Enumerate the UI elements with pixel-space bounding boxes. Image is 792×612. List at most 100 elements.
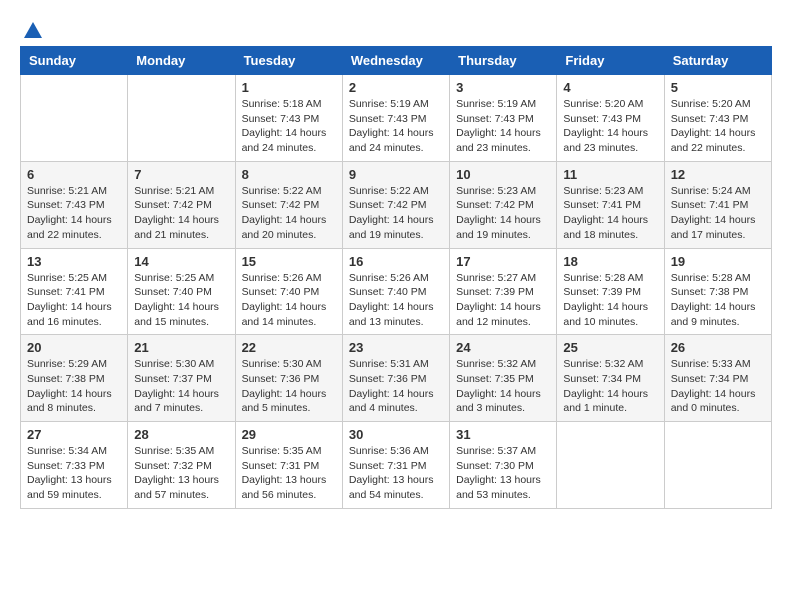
- day-info: Sunrise: 5:27 AMSunset: 7:39 PMDaylight:…: [456, 271, 550, 330]
- day-number: 13: [27, 254, 121, 269]
- day-info: Sunrise: 5:18 AMSunset: 7:43 PMDaylight:…: [242, 97, 336, 156]
- logo-icon: [22, 20, 44, 42]
- calendar-week-row: 13 Sunrise: 5:25 AMSunset: 7:41 PMDaylig…: [21, 248, 772, 335]
- calendar-cell: [21, 75, 128, 162]
- day-number: 14: [134, 254, 228, 269]
- day-header-wednesday: Wednesday: [342, 47, 449, 75]
- calendar-cell: [128, 75, 235, 162]
- day-info: Sunrise: 5:35 AMSunset: 7:32 PMDaylight:…: [134, 444, 228, 503]
- day-info: Sunrise: 5:22 AMSunset: 7:42 PMDaylight:…: [242, 184, 336, 243]
- day-info: Sunrise: 5:36 AMSunset: 7:31 PMDaylight:…: [349, 444, 443, 503]
- calendar-cell: 23 Sunrise: 5:31 AMSunset: 7:36 PMDaylig…: [342, 335, 449, 422]
- day-info: Sunrise: 5:30 AMSunset: 7:36 PMDaylight:…: [242, 357, 336, 416]
- calendar-cell: [664, 422, 771, 509]
- day-number: 9: [349, 167, 443, 182]
- day-number: 19: [671, 254, 765, 269]
- calendar-cell: 8 Sunrise: 5:22 AMSunset: 7:42 PMDayligh…: [235, 161, 342, 248]
- day-number: 4: [563, 80, 657, 95]
- calendar-cell: 4 Sunrise: 5:20 AMSunset: 7:43 PMDayligh…: [557, 75, 664, 162]
- day-info: Sunrise: 5:30 AMSunset: 7:37 PMDaylight:…: [134, 357, 228, 416]
- day-number: 16: [349, 254, 443, 269]
- day-info: Sunrise: 5:24 AMSunset: 7:41 PMDaylight:…: [671, 184, 765, 243]
- day-number: 15: [242, 254, 336, 269]
- day-number: 12: [671, 167, 765, 182]
- day-info: Sunrise: 5:32 AMSunset: 7:34 PMDaylight:…: [563, 357, 657, 416]
- calendar-cell: 20 Sunrise: 5:29 AMSunset: 7:38 PMDaylig…: [21, 335, 128, 422]
- calendar-table: SundayMondayTuesdayWednesdayThursdayFrid…: [20, 46, 772, 509]
- day-number: 2: [349, 80, 443, 95]
- day-number: 7: [134, 167, 228, 182]
- calendar-cell: 3 Sunrise: 5:19 AMSunset: 7:43 PMDayligh…: [450, 75, 557, 162]
- day-number: 6: [27, 167, 121, 182]
- day-number: 23: [349, 340, 443, 355]
- day-info: Sunrise: 5:26 AMSunset: 7:40 PMDaylight:…: [349, 271, 443, 330]
- day-info: Sunrise: 5:20 AMSunset: 7:43 PMDaylight:…: [671, 97, 765, 156]
- calendar-cell: 24 Sunrise: 5:32 AMSunset: 7:35 PMDaylig…: [450, 335, 557, 422]
- day-number: 30: [349, 427, 443, 442]
- day-info: Sunrise: 5:32 AMSunset: 7:35 PMDaylight:…: [456, 357, 550, 416]
- calendar-week-row: 20 Sunrise: 5:29 AMSunset: 7:38 PMDaylig…: [21, 335, 772, 422]
- calendar-week-row: 1 Sunrise: 5:18 AMSunset: 7:43 PMDayligh…: [21, 75, 772, 162]
- calendar-cell: 21 Sunrise: 5:30 AMSunset: 7:37 PMDaylig…: [128, 335, 235, 422]
- day-header-saturday: Saturday: [664, 47, 771, 75]
- day-number: 17: [456, 254, 550, 269]
- day-number: 27: [27, 427, 121, 442]
- day-number: 10: [456, 167, 550, 182]
- calendar-week-row: 27 Sunrise: 5:34 AMSunset: 7:33 PMDaylig…: [21, 422, 772, 509]
- calendar-cell: 11 Sunrise: 5:23 AMSunset: 7:41 PMDaylig…: [557, 161, 664, 248]
- calendar-header-row: SundayMondayTuesdayWednesdayThursdayFrid…: [21, 47, 772, 75]
- day-info: Sunrise: 5:25 AMSunset: 7:41 PMDaylight:…: [27, 271, 121, 330]
- day-info: Sunrise: 5:23 AMSunset: 7:42 PMDaylight:…: [456, 184, 550, 243]
- day-number: 25: [563, 340, 657, 355]
- day-info: Sunrise: 5:20 AMSunset: 7:43 PMDaylight:…: [563, 97, 657, 156]
- day-info: Sunrise: 5:26 AMSunset: 7:40 PMDaylight:…: [242, 271, 336, 330]
- calendar-week-row: 6 Sunrise: 5:21 AMSunset: 7:43 PMDayligh…: [21, 161, 772, 248]
- calendar-cell: 10 Sunrise: 5:23 AMSunset: 7:42 PMDaylig…: [450, 161, 557, 248]
- day-info: Sunrise: 5:23 AMSunset: 7:41 PMDaylight:…: [563, 184, 657, 243]
- day-info: Sunrise: 5:35 AMSunset: 7:31 PMDaylight:…: [242, 444, 336, 503]
- calendar-cell: 25 Sunrise: 5:32 AMSunset: 7:34 PMDaylig…: [557, 335, 664, 422]
- page-header: [20, 20, 772, 36]
- day-number: 11: [563, 167, 657, 182]
- day-info: Sunrise: 5:19 AMSunset: 7:43 PMDaylight:…: [456, 97, 550, 156]
- day-number: 3: [456, 80, 550, 95]
- day-number: 31: [456, 427, 550, 442]
- day-number: 5: [671, 80, 765, 95]
- day-info: Sunrise: 5:37 AMSunset: 7:30 PMDaylight:…: [456, 444, 550, 503]
- day-header-tuesday: Tuesday: [235, 47, 342, 75]
- day-header-sunday: Sunday: [21, 47, 128, 75]
- day-number: 22: [242, 340, 336, 355]
- day-info: Sunrise: 5:33 AMSunset: 7:34 PMDaylight:…: [671, 357, 765, 416]
- calendar-cell: 7 Sunrise: 5:21 AMSunset: 7:42 PMDayligh…: [128, 161, 235, 248]
- calendar-cell: 16 Sunrise: 5:26 AMSunset: 7:40 PMDaylig…: [342, 248, 449, 335]
- day-number: 28: [134, 427, 228, 442]
- calendar-cell: 9 Sunrise: 5:22 AMSunset: 7:42 PMDayligh…: [342, 161, 449, 248]
- day-info: Sunrise: 5:31 AMSunset: 7:36 PMDaylight:…: [349, 357, 443, 416]
- day-number: 24: [456, 340, 550, 355]
- calendar-cell: 2 Sunrise: 5:19 AMSunset: 7:43 PMDayligh…: [342, 75, 449, 162]
- day-info: Sunrise: 5:19 AMSunset: 7:43 PMDaylight:…: [349, 97, 443, 156]
- day-header-thursday: Thursday: [450, 47, 557, 75]
- calendar-cell: 28 Sunrise: 5:35 AMSunset: 7:32 PMDaylig…: [128, 422, 235, 509]
- day-number: 21: [134, 340, 228, 355]
- day-info: Sunrise: 5:25 AMSunset: 7:40 PMDaylight:…: [134, 271, 228, 330]
- calendar-cell: 22 Sunrise: 5:30 AMSunset: 7:36 PMDaylig…: [235, 335, 342, 422]
- day-number: 18: [563, 254, 657, 269]
- calendar-cell: 26 Sunrise: 5:33 AMSunset: 7:34 PMDaylig…: [664, 335, 771, 422]
- day-number: 1: [242, 80, 336, 95]
- calendar-cell: 27 Sunrise: 5:34 AMSunset: 7:33 PMDaylig…: [21, 422, 128, 509]
- calendar-cell: 30 Sunrise: 5:36 AMSunset: 7:31 PMDaylig…: [342, 422, 449, 509]
- calendar-cell: 13 Sunrise: 5:25 AMSunset: 7:41 PMDaylig…: [21, 248, 128, 335]
- day-header-friday: Friday: [557, 47, 664, 75]
- calendar-cell: 17 Sunrise: 5:27 AMSunset: 7:39 PMDaylig…: [450, 248, 557, 335]
- day-info: Sunrise: 5:34 AMSunset: 7:33 PMDaylight:…: [27, 444, 121, 503]
- calendar-cell: 5 Sunrise: 5:20 AMSunset: 7:43 PMDayligh…: [664, 75, 771, 162]
- day-info: Sunrise: 5:21 AMSunset: 7:42 PMDaylight:…: [134, 184, 228, 243]
- day-info: Sunrise: 5:28 AMSunset: 7:39 PMDaylight:…: [563, 271, 657, 330]
- day-info: Sunrise: 5:28 AMSunset: 7:38 PMDaylight:…: [671, 271, 765, 330]
- calendar-cell: 6 Sunrise: 5:21 AMSunset: 7:43 PMDayligh…: [21, 161, 128, 248]
- day-header-monday: Monday: [128, 47, 235, 75]
- calendar-cell: 29 Sunrise: 5:35 AMSunset: 7:31 PMDaylig…: [235, 422, 342, 509]
- day-info: Sunrise: 5:22 AMSunset: 7:42 PMDaylight:…: [349, 184, 443, 243]
- calendar-cell: 18 Sunrise: 5:28 AMSunset: 7:39 PMDaylig…: [557, 248, 664, 335]
